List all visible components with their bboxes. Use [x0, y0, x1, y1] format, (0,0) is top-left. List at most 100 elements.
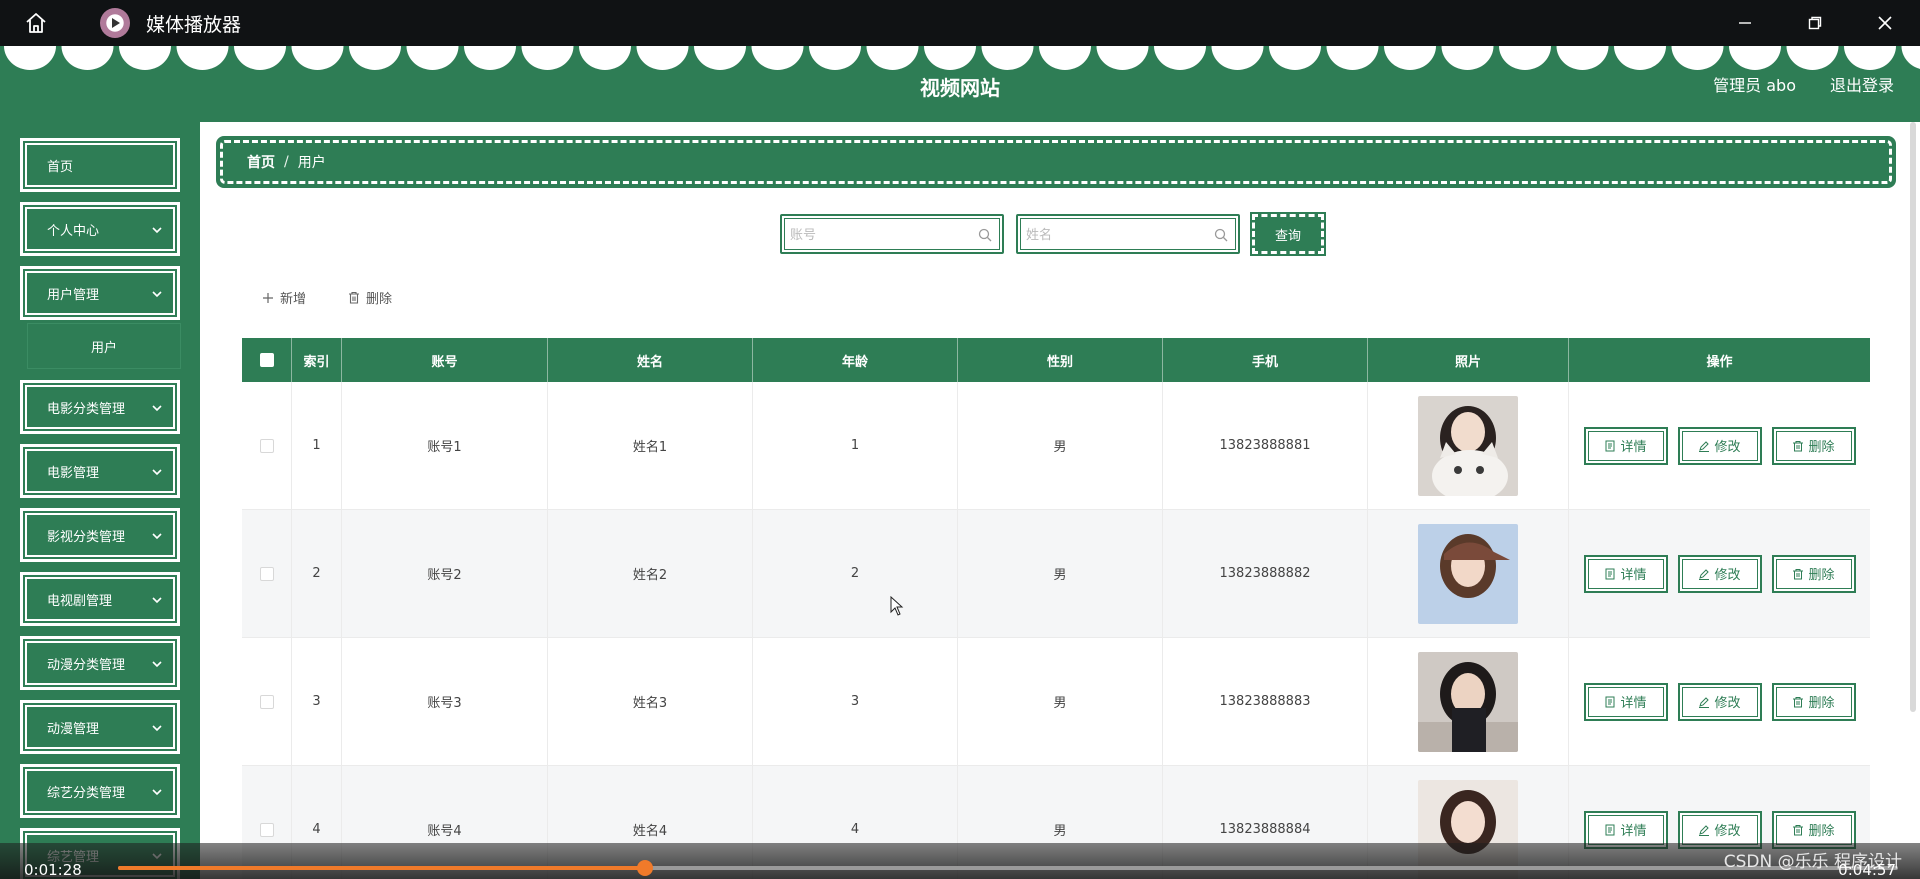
edit-button[interactable]: 修改 — [1677, 682, 1762, 721]
edit-label: 修改 — [1714, 568, 1741, 583]
seek-bar[interactable] — [118, 860, 1898, 876]
table-row[interactable]: 2 账号2 姓名2 2 男 13823888882 详情 修改 删除 — [242, 510, 1870, 638]
cell-photo — [1368, 510, 1569, 637]
seek-bar-fill — [118, 866, 646, 870]
sidebar-item-film-category-management[interactable]: 影视分类管理 — [20, 508, 180, 562]
detail-button[interactable]: 详情 — [1583, 426, 1668, 465]
account-search-field[interactable] — [780, 214, 1004, 254]
sidebar-item-label: 用户管理 — [47, 287, 100, 303]
sidebar-item-anime-management[interactable]: 动漫管理 — [20, 700, 180, 754]
table-row[interactable]: 1 账号1 姓名1 1 男 13823888881 详情 修改 删除 — [242, 382, 1870, 510]
row-select-cell — [242, 510, 292, 637]
delete-label: 删除 — [1808, 440, 1835, 455]
detail-button[interactable]: 详情 — [1583, 682, 1668, 721]
account-search-input[interactable] — [790, 224, 970, 246]
header-age: 年龄 — [753, 338, 958, 382]
current-time: 0:01:28 — [24, 861, 82, 879]
cell-operations: 详情 修改 删除 — [1569, 382, 1870, 509]
cell-name: 姓名3 — [548, 638, 753, 765]
chevron-down-icon — [152, 725, 162, 732]
player-logo-icon — [100, 8, 130, 38]
player-titlebar: 媒体播放器 — [0, 0, 1920, 46]
detail-button[interactable]: 详情 — [1583, 554, 1668, 593]
chevron-down-icon — [152, 597, 162, 604]
edit-label: 修改 — [1714, 824, 1741, 839]
delete-button[interactable]: 删除 — [1771, 554, 1856, 593]
edit-button[interactable]: 修改 — [1677, 554, 1762, 593]
row-checkbox[interactable] — [259, 566, 274, 581]
cell-index: 3 — [292, 638, 342, 765]
user-photo — [1418, 395, 1518, 496]
logout-link[interactable]: 退出登录 — [1830, 72, 1894, 96]
query-button[interactable]: 查询 — [1250, 212, 1326, 256]
detail-label: 详情 — [1620, 568, 1647, 583]
header-index: 索引 — [292, 338, 342, 382]
edit-label: 修改 — [1714, 440, 1741, 455]
sidebar-item-label: 首页 — [47, 159, 74, 175]
pencil-icon — [1699, 824, 1710, 836]
sidebar-item-anime-category-management[interactable]: 动漫分类管理 — [20, 636, 180, 690]
document-icon — [1605, 568, 1615, 579]
sidebar-item-label: 电影管理 — [47, 465, 100, 481]
sidebar-item-tv-series-management[interactable]: 电视剧管理 — [20, 572, 180, 626]
add-button[interactable]: 新增 — [262, 288, 306, 307]
delete-button[interactable]: 删除 — [1771, 426, 1856, 465]
row-checkbox[interactable] — [259, 822, 274, 837]
name-search-input[interactable] — [1026, 224, 1206, 246]
sidebar-item-home[interactable]: 首页 — [20, 138, 180, 192]
chevron-down-icon — [152, 661, 162, 668]
sidebar-item-variety-category-management[interactable]: 综艺分类管理 — [20, 764, 180, 818]
header-account: 账号 — [342, 338, 548, 382]
sidebar-item-label: 影视分类管理 — [47, 529, 126, 545]
cell-account: 账号2 — [342, 510, 548, 637]
delete-label: 删除 — [1808, 696, 1835, 711]
chevron-down-icon — [152, 291, 162, 298]
minimize-button[interactable] — [1710, 0, 1780, 46]
search-icon — [1214, 228, 1228, 242]
cell-phone: 13823888881 — [1163, 382, 1368, 509]
breadcrumb-separator: / — [284, 154, 289, 170]
breadcrumb-home[interactable]: 首页 — [247, 152, 275, 172]
sidebar-item-profile[interactable]: 个人中心 — [20, 202, 180, 256]
name-search-field[interactable] — [1016, 214, 1240, 254]
add-label: 新增 — [280, 292, 307, 307]
cell-name: 姓名2 — [548, 510, 753, 637]
row-checkbox[interactable] — [259, 438, 274, 453]
detail-label: 详情 — [1620, 440, 1647, 455]
sidebar-item-movie-management[interactable]: 电影管理 — [20, 444, 180, 498]
delete-button[interactable]: 删除 — [1771, 682, 1856, 721]
chevron-down-icon — [152, 405, 162, 412]
chevron-down-icon — [152, 789, 162, 796]
cell-gender: 男 — [958, 382, 1163, 509]
sidebar-item-label: 动漫管理 — [47, 721, 100, 737]
close-button[interactable] — [1850, 0, 1920, 46]
sidebar-item-user-management[interactable]: 用户管理 — [20, 266, 180, 320]
pencil-icon — [1699, 440, 1710, 452]
batch-delete-button[interactable]: 删除 — [348, 288, 392, 307]
home-icon[interactable] — [18, 5, 54, 41]
edit-button[interactable]: 修改 — [1677, 426, 1762, 465]
chevron-down-icon — [152, 469, 162, 476]
select-all-cell — [242, 338, 292, 382]
seek-bar-thumb[interactable] — [637, 860, 654, 876]
delete-label: 删除 — [1808, 824, 1835, 839]
header-photo: 照片 — [1368, 338, 1569, 382]
edit-label: 修改 — [1714, 696, 1741, 711]
sidebar-item-movie-category-management[interactable]: 电影分类管理 — [20, 380, 180, 434]
sidebar-subitem-user[interactable]: 用户 — [28, 324, 180, 368]
select-all-checkbox[interactable] — [259, 353, 274, 367]
sidebar-item-label: 综艺分类管理 — [47, 785, 126, 801]
trash-icon — [1793, 440, 1804, 451]
cell-age: 3 — [753, 638, 958, 765]
row-checkbox[interactable] — [259, 694, 274, 709]
user-table: 索引 账号 姓名 年龄 性别 手机 照片 操作 1 账号1 姓名1 1 男 1382388… — [242, 338, 1870, 879]
cell-age: 1 — [753, 382, 958, 509]
restore-button[interactable] — [1780, 0, 1850, 46]
trash-icon — [349, 291, 359, 304]
cell-index: 1 — [292, 382, 342, 509]
site-title: 视频网站 — [920, 76, 1000, 100]
row-select-cell — [242, 382, 292, 509]
table-row[interactable]: 3 账号3 姓名3 3 男 13823888883 详情 修改 删除 — [242, 638, 1870, 766]
page-scrollbar[interactable] — [1910, 122, 1916, 712]
sidebar-item-label: 动漫分类管理 — [47, 657, 126, 673]
